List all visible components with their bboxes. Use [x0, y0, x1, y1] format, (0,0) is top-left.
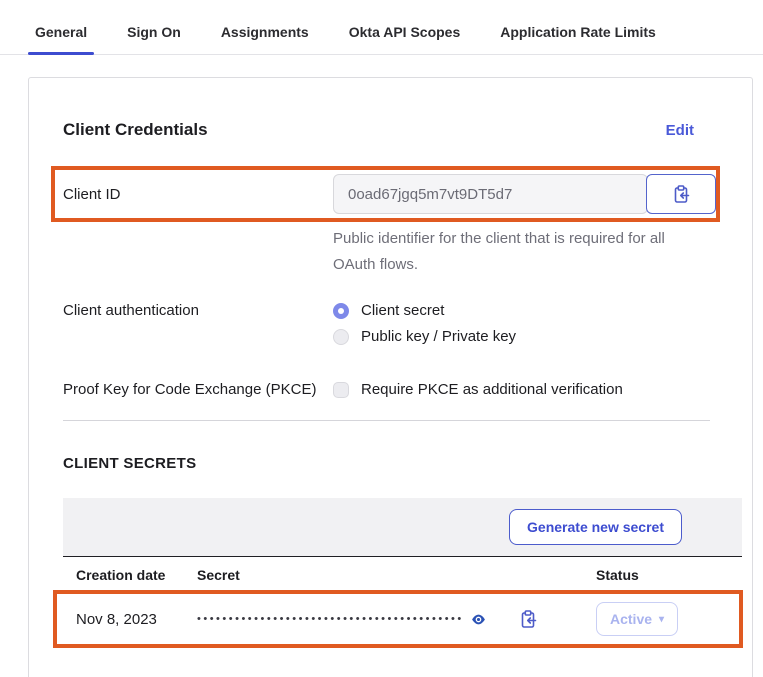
radio-option-label: Client secret	[361, 302, 444, 319]
tab-bar: General Sign On Assignments Okta API Sco…	[0, 0, 763, 55]
radio-selected-icon[interactable]	[333, 303, 349, 319]
generate-new-secret-button[interactable]: Generate new secret	[509, 509, 682, 545]
client-credentials-title: Client Credentials	[63, 120, 208, 140]
tab-application-rate-limits[interactable]: Application Rate Limits	[493, 12, 663, 54]
radio-option-client-secret[interactable]: Client secret	[333, 302, 516, 319]
client-id-value-field[interactable]: 0oad67jgq5m7vt9DT5d7	[333, 174, 648, 214]
radio-option-public-private-key[interactable]: Public key / Private key	[333, 328, 516, 345]
client-id-field-group: 0oad67jgq5m7vt9DT5d7	[333, 174, 716, 214]
clipboard-copy-icon	[671, 184, 691, 204]
secret-creation-date: Nov 8, 2023	[76, 611, 197, 628]
pkce-option-label: Require PKCE as additional verification	[361, 381, 623, 398]
secret-status-cell: Active ▾	[596, 602, 729, 636]
client-id-help-text: Public identifier for the client that is…	[333, 226, 668, 278]
pkce-row: Proof Key for Code Exchange (PKCE) Requi…	[63, 381, 742, 398]
checkbox-require-pkce[interactable]: Require PKCE as additional verification	[333, 381, 623, 398]
edit-link[interactable]: Edit	[666, 122, 694, 139]
tab-general[interactable]: General	[28, 12, 94, 54]
status-label: Active	[610, 611, 652, 627]
client-authentication-row: Client authentication Client secret Publ…	[63, 302, 742, 345]
client-authentication-label: Client authentication	[63, 302, 333, 319]
copy-client-id-button[interactable]	[646, 174, 716, 214]
chevron-down-icon: ▾	[659, 614, 664, 625]
client-credentials-header: Client Credentials Edit	[63, 120, 742, 140]
eye-icon	[470, 611, 487, 628]
tab-assignments[interactable]: Assignments	[214, 12, 316, 54]
header-secret: Secret	[197, 567, 596, 583]
clipboard-copy-icon	[518, 609, 538, 629]
secret-table-row: Nov 8, 2023 ••••••••••••••••••••••••••••…	[63, 592, 742, 646]
client-authentication-options: Client secret Public key / Private key	[333, 302, 516, 345]
checkbox-unchecked-icon[interactable]	[333, 382, 349, 398]
secret-status-dropdown[interactable]: Active ▾	[596, 602, 678, 636]
tab-okta-api-scopes[interactable]: Okta API Scopes	[342, 12, 468, 54]
header-status: Status	[596, 567, 729, 583]
client-secrets-title: CLIENT SECRETS	[63, 455, 742, 472]
header-creation-date: Creation date	[76, 567, 197, 583]
table-header-row: Creation date Secret Status	[63, 557, 742, 592]
settings-card: Client Credentials Edit Client ID 0oad67…	[28, 77, 753, 677]
reveal-secret-button[interactable]	[470, 611, 487, 628]
client-id-value: 0oad67jgq5m7vt9DT5d7	[348, 186, 512, 203]
client-id-row: Client ID 0oad67jgq5m7vt9DT5d7	[63, 172, 716, 216]
secret-cell: ••••••••••••••••••••••••••••••••••••••••…	[197, 609, 596, 629]
section-divider	[63, 420, 710, 421]
client-id-label: Client ID	[63, 186, 333, 203]
copy-secret-button[interactable]	[518, 609, 538, 629]
client-secrets-toolbar: Generate new secret	[63, 498, 742, 556]
radio-unselected-icon[interactable]	[333, 329, 349, 345]
tab-sign-on[interactable]: Sign On	[120, 12, 188, 54]
masked-secret-value: ••••••••••••••••••••••••••••••••••••••••…	[197, 613, 464, 625]
pkce-label: Proof Key for Code Exchange (PKCE)	[63, 381, 333, 398]
client-secrets-table: Creation date Secret Status Nov 8, 2023 …	[63, 556, 742, 646]
radio-option-label: Public key / Private key	[361, 328, 516, 345]
okta-app-settings-page: General Sign On Assignments Okta API Sco…	[0, 0, 763, 677]
